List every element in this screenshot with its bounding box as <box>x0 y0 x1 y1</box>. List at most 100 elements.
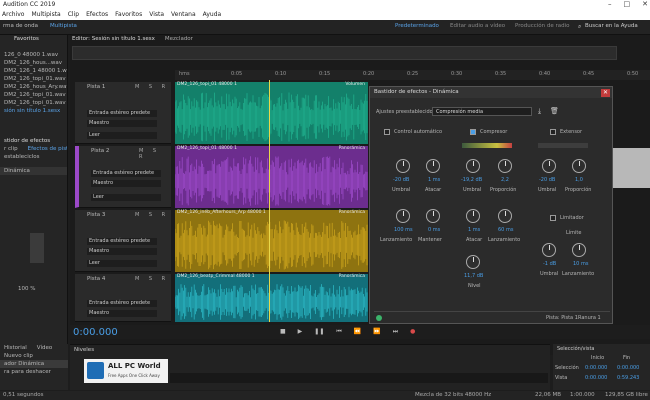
attack-knob[interactable] <box>426 159 440 173</box>
play-icon[interactable]: ▶ <box>298 328 303 336</box>
workspace-default[interactable]: Predeterminado <box>395 23 439 29</box>
audio-clip[interactable]: DM2_126_topi_01 48000 1 Panorámica <box>175 146 368 208</box>
mute-solo-record-buttons[interactable]: M S R <box>135 212 169 218</box>
menu-ventana[interactable]: Ventana <box>171 10 196 20</box>
delete-preset-icon[interactable]: 🗑 <box>550 107 559 115</box>
waveform-mode-button[interactable]: rma de onda <box>3 23 38 29</box>
menu-efectos[interactable]: Efectos <box>86 10 108 20</box>
multitrack-mode-button[interactable]: Multipista <box>50 23 77 29</box>
mute-solo-record-buttons[interactable]: M S R <box>139 148 171 160</box>
stop-icon[interactable]: ■ <box>280 328 286 336</box>
file-item[interactable]: DM2_126_1 48000 1.wav <box>0 67 67 75</box>
track-name[interactable]: Pista 4 <box>87 276 105 282</box>
selection-start[interactable]: 0:00.000 <box>585 365 607 371</box>
limit-release-knob[interactable] <box>572 243 586 257</box>
close-icon[interactable]: ✕ <box>642 0 648 10</box>
automation-mode-select[interactable]: Leer <box>91 194 161 201</box>
file-item[interactable]: DM2_126_hous...wav <box>0 59 67 67</box>
track-name[interactable]: Pista 2 <box>91 148 109 154</box>
save-preset-icon[interactable]: ⤓ <box>538 107 541 116</box>
menu-archivo[interactable]: Archivo <box>2 10 24 20</box>
session-overview[interactable] <box>72 46 617 60</box>
search-icon[interactable]: ⌕ <box>578 23 581 31</box>
playhead[interactable] <box>269 80 270 322</box>
exp-threshold-knob[interactable] <box>542 159 556 173</box>
power-icon[interactable] <box>376 315 382 321</box>
comp-attack-knob[interactable] <box>466 209 480 223</box>
minimize-icon[interactable]: – <box>608 0 612 10</box>
mute-solo-record-buttons[interactable]: M S R <box>135 276 169 282</box>
forward-icon[interactable]: ⏩ <box>373 328 380 336</box>
audio-clip[interactable]: DM2_126_topi_01 48000 1 Volumen <box>175 82 368 144</box>
comp-release-knob[interactable] <box>498 209 512 223</box>
help-search-input[interactable]: Buscar en la Ayuda <box>585 23 638 29</box>
file-item[interactable]: DM2_126_topi_01.wav <box>0 99 67 107</box>
menu-multipista[interactable]: Multipista <box>31 10 60 20</box>
tab-editor[interactable]: Editor: Sesión sin título 1.sesx <box>72 35 155 44</box>
workspace-radio[interactable]: Producción de radio <box>515 23 570 29</box>
maximize-icon[interactable]: □ <box>624 0 631 10</box>
rewind-start-icon[interactable]: ⏮ <box>336 328 341 336</box>
menu-ayuda[interactable]: Ayuda <box>203 10 222 20</box>
effect-slot-dinamica[interactable]: Dinámica <box>0 167 67 175</box>
selection-end[interactable]: 0:00.000 <box>617 365 639 371</box>
session-file-item[interactable]: sión sin título 1.sesx <box>0 107 67 115</box>
tab-history[interactable]: Historial <box>4 344 27 352</box>
view-end[interactable]: 0:59.243 <box>617 375 639 381</box>
track-input-select[interactable]: Entrada estéreo predete <box>87 300 157 307</box>
view-start[interactable]: 0:00.000 <box>585 375 607 381</box>
history-item[interactable]: ador Dinámica <box>0 360 68 368</box>
tab-video[interactable]: Vídeo <box>37 344 53 352</box>
mute-solo-record-buttons[interactable]: M S R <box>135 84 169 90</box>
level-meter-bar <box>170 373 548 383</box>
preset-select[interactable]: Compresión media <box>432 107 532 116</box>
limit-threshold-knob[interactable] <box>542 243 556 257</box>
time-ruler[interactable]: hms 0:05 0:10 0:15 0:20 0:25 0:30 0:35 0… <box>175 70 650 80</box>
workspace-video[interactable]: Editar audio a vídeo <box>450 23 505 29</box>
compressor-checkbox[interactable] <box>470 129 476 135</box>
track-input-select[interactable]: Entrada estéreo predete <box>87 110 157 117</box>
knob-label: Proporción <box>490 187 517 193</box>
track-name[interactable]: Pista 1 <box>87 84 105 90</box>
comp-threshold-knob[interactable] <box>466 159 480 173</box>
track-input-select[interactable]: Entrada estéreo predete <box>87 238 157 245</box>
history-item[interactable]: Nuevo clip <box>0 352 68 360</box>
file-item[interactable]: DM2_126_topi_01.wav <box>0 75 67 83</box>
effects-rack-tab[interactable]: stidor de efectos <box>0 137 67 145</box>
audio-clip[interactable]: DM2_126_beatp_Crimmal 48000 1 Panorámica <box>175 274 368 322</box>
file-item[interactable]: DM2_126_hous_Ary.wav <box>0 83 67 91</box>
threshold-knob[interactable] <box>396 159 410 173</box>
close-icon[interactable]: ✕ <box>601 89 610 97</box>
release-knob[interactable] <box>396 209 410 223</box>
expander-checkbox[interactable] <box>550 129 556 135</box>
menu-vista[interactable]: Vista <box>149 10 164 20</box>
status-format: Mezcla de 32 bits 48000 Hz <box>415 392 492 398</box>
audio-clip[interactable]: DM2_126_inéb_Afterhours_Arp 48000 1 Pano… <box>175 210 368 272</box>
level-knob[interactable] <box>466 255 480 269</box>
track-output-select[interactable]: Maestro <box>87 120 157 127</box>
ratio-knob[interactable] <box>498 159 512 173</box>
automation-mode-select[interactable]: Leer <box>87 260 157 267</box>
clip-effects-tab[interactable]: r clip <box>4 145 18 153</box>
track-name[interactable]: Pista 3 <box>87 212 105 218</box>
track-effects-tab[interactable]: Efectos de pista <box>28 145 67 153</box>
auto-control-checkbox[interactable] <box>384 129 390 135</box>
exp-ratio-knob[interactable] <box>572 159 586 173</box>
record-icon[interactable]: ● <box>410 328 415 336</box>
menu-clip[interactable]: Clip <box>68 10 79 20</box>
favorites-tab[interactable]: Favoritos <box>0 35 67 43</box>
automation-mode-select[interactable]: Leer <box>87 132 157 139</box>
hold-knob[interactable] <box>426 209 440 223</box>
tab-mixer[interactable]: Mezclador <box>165 35 193 44</box>
limiter-checkbox[interactable] <box>550 215 556 221</box>
pause-icon[interactable]: ❚❚ <box>314 328 324 336</box>
menu-favoritos[interactable]: Favoritos <box>115 10 142 20</box>
rewind-icon[interactable]: ⏪ <box>354 328 361 336</box>
file-item[interactable]: 126_0 48000 1.wav <box>0 51 67 59</box>
track-output-select[interactable]: Maestro <box>87 310 157 317</box>
file-item[interactable]: DM2_126_topi_01.wav <box>0 91 67 99</box>
forward-end-icon[interactable]: ⏭ <box>393 328 398 336</box>
track-output-select[interactable]: Maestro <box>91 180 161 187</box>
track-output-select[interactable]: Maestro <box>87 248 157 255</box>
track-input-select[interactable]: Entrada estéreo predete <box>91 170 161 177</box>
